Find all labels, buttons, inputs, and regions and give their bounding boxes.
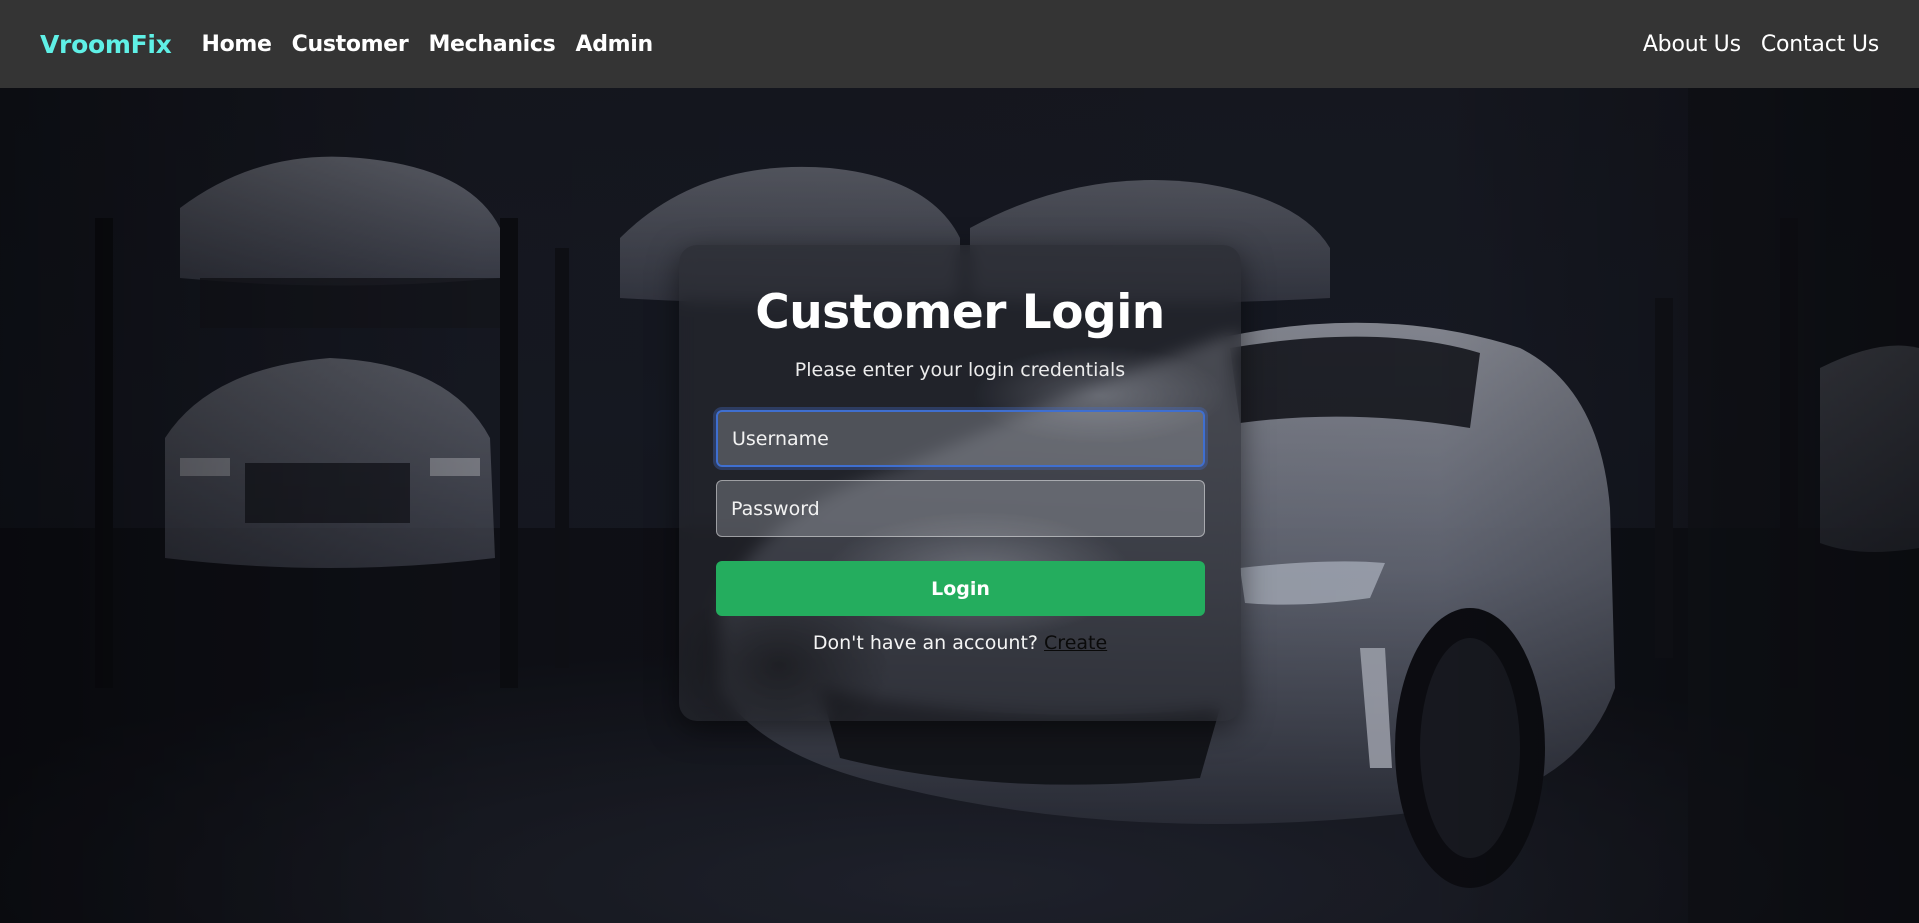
nav-link-contact-us[interactable]: Contact Us (1761, 32, 1879, 57)
login-subtitle: Please enter your login credentials (794, 359, 1126, 381)
hero-background: Customer Login Please enter your login c… (0, 88, 1919, 923)
brand-logo[interactable]: VroomFix (40, 30, 172, 59)
nav-link-mechanics[interactable]: Mechanics (428, 32, 555, 57)
top-navbar: VroomFix Home Customer Mechanics Admin A… (0, 0, 1919, 88)
signup-prompt: Don't have an account? (812, 632, 1045, 654)
signup-row: Don't have an account? Create (679, 632, 1241, 654)
nav-link-customer[interactable]: Customer (292, 32, 409, 57)
username-input[interactable] (716, 410, 1205, 467)
nav-link-admin[interactable]: Admin (575, 32, 653, 57)
login-button[interactable]: Login (716, 561, 1205, 616)
nav-link-home[interactable]: Home (201, 32, 271, 57)
login-card: Customer Login Please enter your login c… (679, 245, 1241, 721)
login-title: Customer Login (755, 285, 1165, 340)
nav-right-group: About Us Contact Us (1623, 32, 1879, 57)
password-input[interactable] (716, 480, 1205, 537)
signup-link[interactable]: Create (1044, 632, 1107, 654)
nav-left-group: Home Customer Mechanics Admin (201, 32, 672, 57)
nav-link-about-us[interactable]: About Us (1643, 32, 1741, 57)
